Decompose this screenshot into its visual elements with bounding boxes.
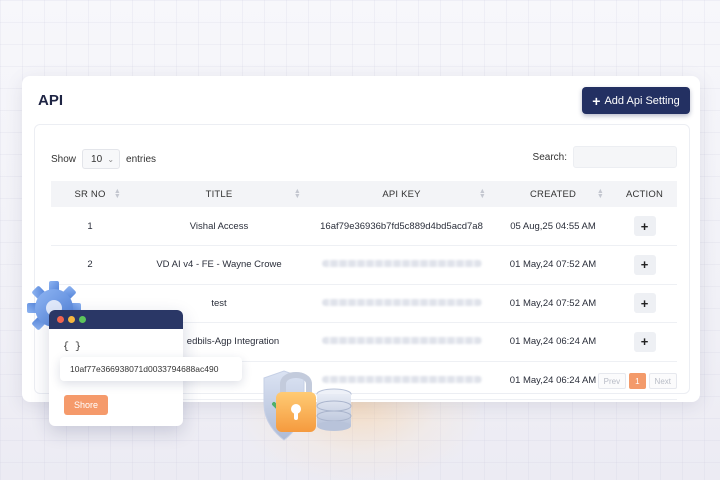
show-key-button: Shore (64, 395, 108, 415)
show-label: Show (51, 153, 77, 165)
blurred-api-key (321, 298, 482, 306)
cell-api-key (309, 245, 494, 285)
search-control: Search: (533, 146, 677, 168)
pagination-next[interactable]: Next (648, 373, 677, 389)
cell-action: + (612, 284, 677, 323)
sort-icon: ▲ ▼ (596, 188, 604, 200)
minimize-dot-icon (68, 316, 75, 323)
entries-control: Show 10 ⌄ entries (51, 149, 156, 169)
chevron-down-icon: ⌄ (107, 154, 115, 164)
column-header-sr-no[interactable]: SR NO ▲ ▼ (51, 181, 129, 207)
cell-created: 01 May,24 06:24 AM (494, 322, 612, 362)
blurred-api-key (321, 337, 482, 345)
sort-icon: ▲ ▼ (478, 188, 486, 200)
row-action-button[interactable]: + (633, 216, 656, 236)
column-header-created[interactable]: CREATED ▲ ▼ (494, 181, 612, 207)
row-action-button[interactable]: + (633, 293, 656, 314)
cell-api-key: 16af79e36936b7fd5c889d4bd5acd7a8 (309, 207, 494, 246)
pagination-page-current[interactable]: 1 (629, 373, 646, 389)
cell-sr-no: 1 (51, 207, 129, 246)
window-title-bar (49, 310, 183, 329)
code-braces: { } (63, 342, 82, 353)
close-dot-icon (57, 316, 64, 323)
cell-action: + (612, 245, 677, 285)
cell-title: VD AI v4 - FE - Wayne Crowe (129, 245, 309, 285)
entries-value: 10 (91, 153, 103, 165)
pagination: Prev 1 Next (597, 373, 677, 389)
pagination-prev[interactable]: Prev (597, 373, 627, 389)
cell-action: + (612, 322, 677, 362)
cell-api-key (309, 322, 494, 362)
sort-icon: ▲ ▼ (293, 188, 301, 200)
cell-created: 01 May,24 06:24 AM (494, 361, 612, 400)
cell-created: 01 May,24 07:52 AM (494, 245, 612, 285)
table-header-row: SR NO ▲ ▼ TITLE ▲ ▼ API KEY ▲ ▼ CREATED ▲ ▼ ACTI… (51, 181, 677, 207)
search-input[interactable] (573, 146, 677, 168)
entries-label: entries (126, 153, 157, 165)
cell-title: Vishal Access (129, 207, 309, 246)
security-lock-illustration (263, 370, 352, 441)
page-title: API (38, 92, 64, 109)
add-api-setting-label: Add Api Setting (604, 94, 680, 107)
table-row: 2 VD AI v4 - FE - Wayne Crowe 01 May,24 … (51, 245, 677, 285)
row-action-button[interactable]: + (633, 254, 656, 275)
api-key-pill: 10af77e366938071d0033794688ac490 (60, 357, 242, 381)
cell-created: 05 Aug,25 04:55 AM (494, 207, 612, 246)
table-row: 1 Vishal Access 16af79e36936b7fd5c889d4b… (51, 207, 677, 246)
cell-api-key (309, 284, 494, 323)
cell-created: 01 May,24 07:52 AM (494, 284, 612, 323)
sort-icon: ▲ ▼ (113, 188, 121, 200)
plus-icon: + (592, 92, 601, 109)
search-label: Search: (532, 151, 567, 163)
column-header-title[interactable]: TITLE ▲ ▼ (129, 181, 309, 207)
cell-action: + (612, 207, 677, 246)
row-action-button[interactable]: + (633, 331, 656, 352)
entries-select[interactable]: 10 ⌄ (82, 149, 121, 169)
column-header-action: ACTION (612, 181, 677, 207)
add-api-setting-button[interactable]: + Add Api Setting (582, 87, 690, 114)
column-header-api-key[interactable]: API KEY ▲ ▼ (309, 181, 494, 207)
blurred-api-key (321, 260, 482, 268)
maximize-dot-icon (79, 316, 86, 323)
